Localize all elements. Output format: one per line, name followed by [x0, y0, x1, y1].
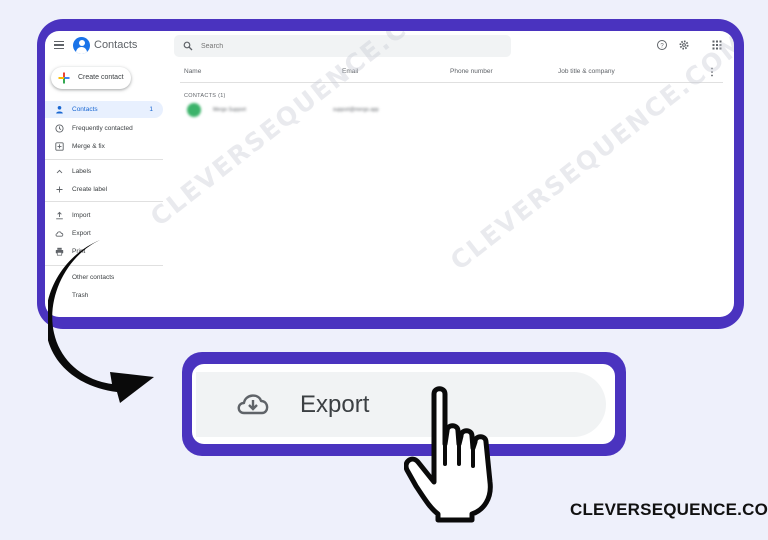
sidebar-item-merge-fix[interactable]: Merge & fix — [45, 138, 163, 155]
brand-label: CLEVERSEQUENCE.COM — [570, 500, 768, 519]
search-icon — [183, 41, 193, 51]
sidebar-item-labels[interactable]: Labels — [45, 163, 163, 180]
contacts-logo-icon — [73, 37, 90, 54]
column-header-name[interactable]: Name — [184, 68, 201, 75]
header-divider — [180, 82, 723, 83]
pointing-hand-icon — [404, 386, 493, 523]
sidebar-item-contacts[interactable]: Contacts 1 — [45, 101, 163, 118]
settings-gear-icon[interactable] — [678, 39, 690, 51]
add-icon — [56, 186, 63, 193]
sidebar-item-label: Frequently contacted — [72, 125, 133, 132]
sidebar-divider — [45, 201, 163, 202]
sidebar-item-label: Labels — [72, 168, 92, 175]
sidebar-item-frequently-contacted[interactable]: Frequently contacted — [45, 120, 163, 137]
sidebar-divider — [45, 159, 163, 160]
merge-fix-icon — [55, 142, 64, 151]
contact-email: support@mergo.app — [333, 107, 379, 113]
export-label-zoomed: Export — [300, 391, 370, 418]
contacts-count: 1 — [149, 106, 153, 113]
sidebar-item-create-label[interactable]: Create label — [45, 181, 163, 198]
sidebar-item-label: Contacts — [72, 106, 98, 113]
sidebar-item-label: Export — [72, 230, 91, 237]
column-header-phone[interactable]: Phone number — [450, 68, 493, 75]
chevron-up-icon — [56, 169, 63, 174]
app-title: Contacts — [94, 39, 138, 51]
create-contact-label: Create contact — [78, 74, 124, 81]
person-icon — [56, 106, 63, 114]
contact-name: Mergo Support — [213, 107, 247, 113]
sidebar-item-label: Create label — [72, 186, 108, 193]
cloud-download-icon — [237, 394, 269, 415]
plus-icon — [58, 72, 70, 84]
cloud-download-icon — [55, 231, 64, 237]
menu-icon[interactable] — [54, 41, 64, 50]
section-label: CONTACTS (1) — [184, 93, 226, 99]
curved-arrow-icon — [48, 240, 154, 403]
svg-text:?: ? — [660, 43, 664, 49]
watermark: CLEVERSEQUENCE.COM — [145, 31, 453, 232]
create-contact-button[interactable]: Create contact — [51, 67, 131, 89]
upload-icon — [56, 211, 63, 220]
sidebar-item-label: Import — [72, 212, 91, 219]
sidebar-item-label: Merge & fix — [72, 143, 105, 150]
history-icon — [55, 124, 64, 133]
avatar — [187, 103, 201, 117]
help-icon[interactable]: ? — [656, 39, 668, 51]
column-header-job[interactable]: Job title & company — [558, 68, 615, 75]
